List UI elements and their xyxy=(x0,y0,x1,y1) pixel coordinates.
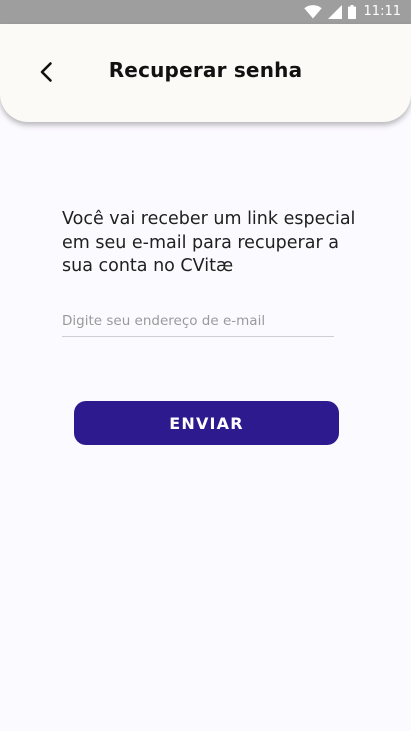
cell-signal-icon xyxy=(327,5,342,19)
app-header: Recuperar senha xyxy=(0,24,411,122)
page-title: Recuperar senha xyxy=(108,58,303,82)
battery-icon xyxy=(347,5,356,19)
status-bar: 11:11 xyxy=(0,0,411,24)
send-button[interactable]: ENVIAR xyxy=(74,401,339,445)
description-text: Você vai receber um link especial em seu… xyxy=(62,209,356,276)
email-field xyxy=(62,306,334,338)
status-time: 11:11 xyxy=(363,4,401,19)
email-input[interactable] xyxy=(62,306,334,337)
status-icons: 11:11 xyxy=(303,4,401,20)
wifi-icon xyxy=(303,5,322,19)
